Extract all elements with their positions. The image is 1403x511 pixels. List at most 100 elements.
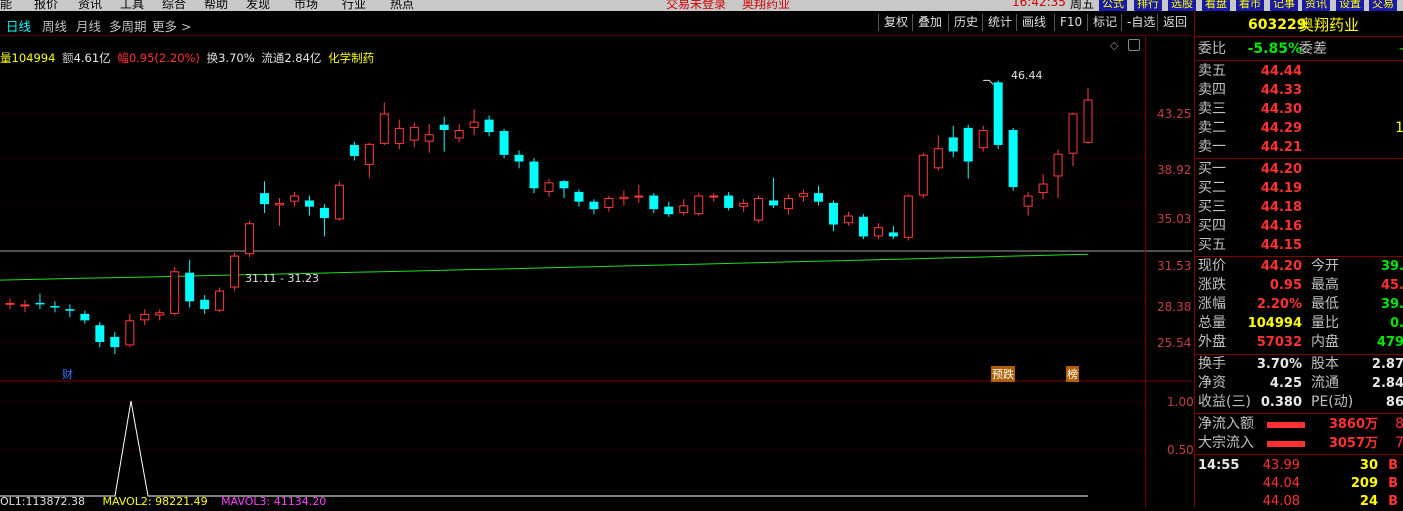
candle xyxy=(20,299,30,313)
stat-value: 479 xyxy=(1376,335,1403,350)
candle xyxy=(260,181,270,213)
fundamental-value: 2.84 xyxy=(1371,376,1403,391)
fundamental-value: 2.87 xyxy=(1371,357,1403,372)
history-button[interactable]: 历史 xyxy=(948,14,983,31)
menu-item[interactable]: 市场 xyxy=(294,0,318,11)
stat-value: 39. xyxy=(1380,297,1403,312)
fundamental-row: 净资 4.25 流通 2.84 xyxy=(1195,374,1403,393)
candle-body-down xyxy=(110,336,120,348)
candle-body-up xyxy=(978,129,988,149)
candle-body-up xyxy=(125,320,135,346)
list-marker[interactable]: 榜 xyxy=(1066,366,1079,382)
draw-button[interactable]: 画线 xyxy=(1016,14,1051,31)
candle-body-down xyxy=(948,137,958,152)
mark-button[interactable]: 标记 xyxy=(1087,14,1122,31)
candle xyxy=(200,295,210,314)
tick-side: B xyxy=(1388,476,1398,491)
candle-body-up xyxy=(409,126,419,141)
tick-volume: 209 xyxy=(1350,476,1378,491)
clock-time: 16:42:35 xyxy=(1012,0,1066,9)
period-day[interactable]: 日线 xyxy=(6,16,31,35)
stat-row: 总量 104994 量比 0. xyxy=(1195,314,1403,333)
divider xyxy=(1195,36,1403,37)
chart-toolbar: 日线 周线 月线 多周期 更多 > 复权 叠加 历史 统计 画线 F10 标记 … xyxy=(0,11,1192,36)
tool-button[interactable]: 看市 xyxy=(1236,0,1264,11)
flow-row: 净流入额 3860万 8 xyxy=(1195,415,1403,434)
menu-item[interactable]: 工具 xyxy=(120,0,144,11)
candle-body-down xyxy=(814,193,823,202)
finance-marker[interactable]: 财 xyxy=(62,366,73,382)
candle-body-up xyxy=(634,195,644,198)
period-more[interactable]: 更多 > xyxy=(152,16,191,35)
menu-item[interactable]: 资讯 xyxy=(78,0,102,11)
f10-button[interactable]: F10 xyxy=(1054,14,1087,31)
tool-button[interactable]: 公式 xyxy=(1099,0,1127,11)
stock-code: 603229 xyxy=(1248,17,1307,33)
fundamental-value: 86 xyxy=(1385,395,1403,410)
menu-item[interactable]: 行业 xyxy=(342,0,366,11)
candle-body-up xyxy=(754,197,764,221)
quote-header: 603229 奥翔药业 xyxy=(1195,16,1403,36)
tool-button[interactable]: 设置 xyxy=(1336,0,1364,11)
candle-body-up xyxy=(933,148,943,169)
period-month[interactable]: 月线 xyxy=(76,16,101,35)
menu-item[interactable]: 帮助 xyxy=(204,0,228,11)
menu-item[interactable]: 发现 xyxy=(246,0,270,11)
candle-body-up xyxy=(424,134,434,142)
candle xyxy=(799,189,809,202)
candle xyxy=(65,304,75,318)
tool-button[interactable]: 交易 xyxy=(1369,0,1397,11)
ask-price: 44.21 xyxy=(1260,140,1302,155)
menu-item[interactable]: 报价 xyxy=(34,0,58,11)
flow-value: 3057万 xyxy=(1328,436,1378,451)
candle xyxy=(140,309,150,326)
fundamental-label: 股本 xyxy=(1311,356,1339,372)
tick-volume: 24 xyxy=(1359,494,1378,509)
tool-button[interactable]: 资讯 xyxy=(1302,0,1330,11)
candle-body-down xyxy=(80,313,90,321)
flow-extra: 8 xyxy=(1395,416,1403,432)
stat-value: 39. xyxy=(1380,259,1403,274)
candle xyxy=(559,179,569,198)
weicha-value: - xyxy=(1399,40,1403,59)
flow-bar xyxy=(1267,441,1305,447)
candle xyxy=(125,313,135,348)
flow-bar xyxy=(1267,422,1305,428)
candle-body-up xyxy=(454,129,464,139)
candle xyxy=(409,122,419,148)
stats-button[interactable]: 统计 xyxy=(982,14,1017,31)
adjust-button[interactable]: 复权 xyxy=(878,14,913,31)
tool-button[interactable]: 记事 xyxy=(1270,0,1298,11)
candle xyxy=(664,201,674,217)
candle xyxy=(694,193,704,216)
candle-body-up xyxy=(843,215,853,224)
overlay-button[interactable]: 叠加 xyxy=(912,14,947,31)
menu-item[interactable]: 综合 xyxy=(162,0,186,11)
menu-item[interactable]: 热点 xyxy=(390,0,414,11)
tick-row: 44.04 209 B xyxy=(1195,474,1403,493)
stat-row: 涨跌 0.95 最高 45. xyxy=(1195,276,1403,295)
y-tick: 35.03 xyxy=(1157,212,1192,226)
candle xyxy=(170,266,180,316)
y-tick: 38.92 xyxy=(1157,163,1192,177)
ask-price: 44.30 xyxy=(1260,102,1302,117)
candle xyxy=(933,135,943,171)
candle xyxy=(110,331,120,355)
candle xyxy=(828,200,838,232)
period-multi[interactable]: 多周期 xyxy=(109,16,147,35)
candle-body-up xyxy=(469,121,479,128)
menu-item[interactable]: 能 xyxy=(0,0,12,11)
lower-legend: OL1:113872.38 MAVOL2: 98221.49 MAVOL3: 4… xyxy=(0,497,326,507)
candle xyxy=(35,293,45,310)
candle-body-down xyxy=(664,206,674,215)
candle xyxy=(604,195,614,212)
forecast-marker[interactable]: 预跌 xyxy=(991,366,1015,382)
ask-price: 44.44 xyxy=(1260,64,1302,79)
lower-y-tick: 0.50 xyxy=(1167,443,1194,457)
stat-label: 总量 xyxy=(1198,315,1226,331)
bid-price: 44.15 xyxy=(1260,238,1302,253)
kline-chart[interactable] xyxy=(0,36,1192,507)
candle xyxy=(649,193,659,213)
tool-button[interactable]: 看盘 xyxy=(1202,0,1230,11)
period-week[interactable]: 周线 xyxy=(42,16,67,35)
